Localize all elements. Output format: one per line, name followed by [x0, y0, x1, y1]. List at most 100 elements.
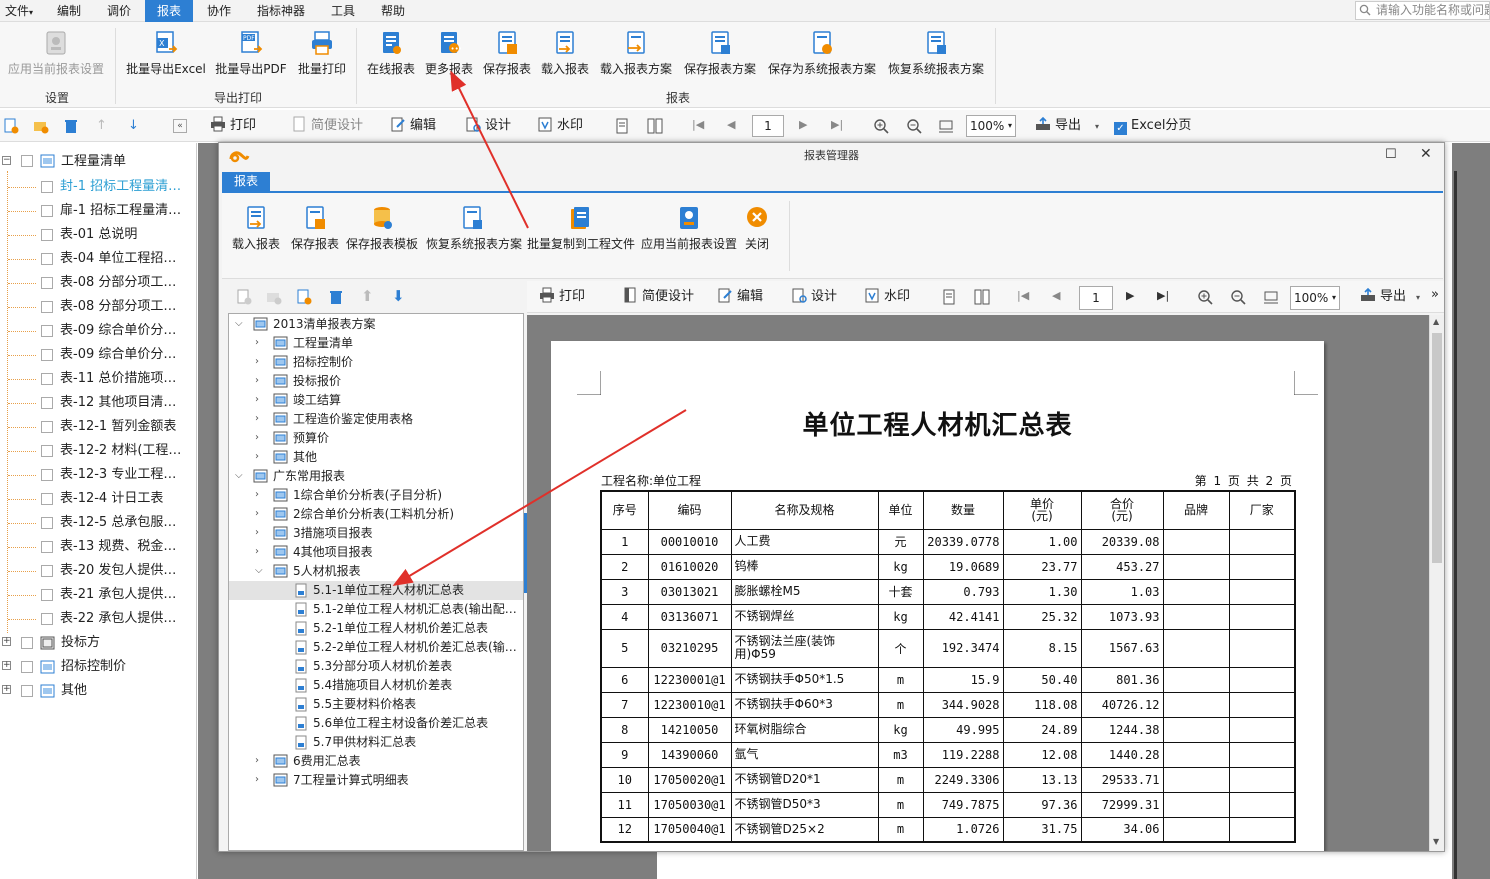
tree-checkbox[interactable]: [21, 685, 33, 697]
menu-item-edit[interactable]: 编制: [48, 0, 90, 22]
chevron-down-icon[interactable]: ⌵: [235, 471, 245, 481]
chevron-right-icon[interactable]: ›: [255, 357, 265, 367]
tree-checkbox[interactable]: [41, 517, 53, 529]
tree-item[interactable]: › 3措施项目报表: [229, 524, 523, 543]
tree-report-item[interactable]: 5.6单位工程主材设备价差汇总表: [229, 714, 523, 733]
tree-group[interactable]: ⌵ 2013清单报表方案: [229, 315, 523, 334]
tree-item[interactable]: › 投标报价: [229, 372, 523, 391]
add-folder-icon[interactable]: [266, 289, 282, 305]
new-report-icon[interactable]: [296, 289, 312, 305]
prev-page-icon[interactable]: ◀: [727, 118, 735, 131]
preview-vertical-scrollbar[interactable]: ▲ ▼: [1429, 315, 1444, 851]
tree-checkbox[interactable]: [41, 205, 53, 217]
tree-item[interactable]: › 竣工结算: [229, 391, 523, 410]
tree-item[interactable]: › 工程造价鉴定使用表格: [229, 410, 523, 429]
tree-checkbox[interactable]: [41, 469, 53, 481]
dialog-save-report-button[interactable]: 保存报表: [288, 205, 342, 265]
scroll-down-icon[interactable]: ▼: [1433, 837, 1439, 846]
dialog-save-template-button[interactable]: 保存报表模板: [346, 205, 418, 265]
next-page-icon[interactable]: ▶: [1126, 289, 1134, 302]
dialog-apply-current-button[interactable]: 应用当前报表设置: [637, 205, 741, 265]
move-down-icon[interactable]: ↓: [128, 118, 142, 134]
left-tree-item[interactable]: 封-1 招标工程量清…: [0, 176, 196, 198]
left-tree-item[interactable]: 表-12-3 专业工程…: [0, 464, 196, 486]
load-report-scheme-button[interactable]: 载入报表方案: [597, 30, 675, 90]
tree-checkbox[interactable]: [41, 565, 53, 577]
scroll-up-icon[interactable]: ▲: [1433, 317, 1439, 326]
left-tree-item[interactable]: 表-21 承包人提供…: [0, 584, 196, 606]
left-tree-item[interactable]: 表-09 综合单价分…: [0, 320, 196, 342]
left-tree-item[interactable]: 表-08 分部分项工…: [0, 272, 196, 294]
next-page-icon[interactable]: ▶: [799, 118, 807, 131]
add-folder-icon[interactable]: [33, 118, 49, 134]
tree-checkbox[interactable]: [41, 613, 53, 625]
dialog-zoom-select[interactable]: 100% ▾: [1290, 286, 1340, 310]
left-tree-item[interactable]: 表-12-1 暂列金额表: [0, 416, 196, 438]
dialog-print-button[interactable]: 打印: [539, 287, 585, 307]
tree-item[interactable]: › 6费用汇总表: [229, 752, 523, 771]
zoom-in-icon[interactable]: [1197, 289, 1213, 305]
tree-checkbox[interactable]: [41, 181, 53, 193]
tree-checkbox[interactable]: [41, 373, 53, 385]
tree-checkbox[interactable]: [41, 541, 53, 553]
chevron-right-icon[interactable]: ›: [255, 528, 265, 538]
menu-file[interactable]: 文件▾: [2, 0, 36, 22]
chevron-right-icon[interactable]: ›: [255, 376, 265, 386]
restore-system-scheme-button[interactable]: 恢复系统报表方案: [885, 30, 987, 90]
batch-print-button[interactable]: 批量打印: [296, 30, 348, 90]
load-report-button[interactable]: 载入报表: [539, 30, 591, 90]
quick-design-button[interactable]: 简便设计: [291, 116, 363, 136]
chevron-right-icon[interactable]: ›: [255, 395, 265, 405]
chevron-right-icon[interactable]: ›: [255, 775, 265, 785]
left-tree-item[interactable]: 表-04 单位工程招…: [0, 248, 196, 270]
delete-icon[interactable]: [328, 289, 344, 305]
tree-report-item[interactable]: 5.5主要材料价格表: [229, 695, 523, 714]
single-page-icon[interactable]: [614, 118, 630, 134]
tree-checkbox[interactable]: [41, 493, 53, 505]
tree-root-label[interactable]: 工程量清单: [61, 152, 126, 172]
left-tree-item[interactable]: 表-12-5 总承包服…: [0, 512, 196, 534]
chevron-right-icon[interactable]: ›: [255, 338, 265, 348]
toolbar-overflow-icon[interactable]: »: [1431, 287, 1439, 302]
chevron-right-icon[interactable]: ›: [255, 509, 265, 519]
expand-icon[interactable]: +: [2, 637, 11, 646]
edit-button[interactable]: 编辑: [390, 116, 436, 136]
expand-icon[interactable]: +: [2, 685, 11, 694]
tree-checkbox[interactable]: [41, 325, 53, 337]
tree-checkbox[interactable]: [21, 155, 33, 167]
tree-checkbox[interactable]: [41, 421, 53, 433]
export-button[interactable]: 导出 ▾: [1035, 116, 1099, 136]
dialog-watermark-button[interactable]: 水印: [864, 287, 910, 307]
tree-item[interactable]: › 2综合单价分析表(工料机分析): [229, 505, 523, 524]
tree-checkbox[interactable]: [41, 589, 53, 601]
zoom-in-icon[interactable]: [873, 118, 889, 134]
tree-checkbox[interactable]: [21, 637, 33, 649]
print-button[interactable]: 打印: [210, 116, 256, 136]
online-report-button[interactable]: 在线报表: [365, 30, 417, 90]
fit-width-icon[interactable]: [1263, 289, 1279, 305]
tree-checkbox[interactable]: [41, 445, 53, 457]
tree-item[interactable]: ⌵ 5人材机报表: [229, 562, 523, 581]
chevron-right-icon[interactable]: ›: [255, 547, 265, 557]
dialog-quick-design-button[interactable]: 简便设计: [622, 287, 694, 307]
close-icon[interactable]: ✕: [1420, 146, 1432, 162]
menu-item-adjust[interactable]: 调价: [98, 0, 140, 22]
tree-item[interactable]: › 1综合单价分析表(子目分析): [229, 486, 523, 505]
save-report-button[interactable]: 保存报表: [481, 30, 533, 90]
collapse-icon[interactable]: −: [2, 156, 11, 165]
menu-item-tools[interactable]: 工具: [322, 0, 364, 22]
tree-item[interactable]: › 工程量清单: [229, 334, 523, 353]
search-input[interactable]: 请输入功能名称或问题: [1355, 1, 1490, 20]
apply-current-settings-button[interactable]: 应用当前报表设置: [4, 30, 108, 90]
last-page-icon[interactable]: ▶|: [831, 118, 843, 131]
dialog-load-report-button[interactable]: 载入报表: [228, 205, 284, 265]
menu-item-collab[interactable]: 协作: [198, 0, 240, 22]
tree-report-item[interactable]: 5.2-2单位工程人材机价差汇总表(输…: [229, 638, 523, 657]
scroll-thumb[interactable]: [1432, 333, 1442, 563]
menu-item-help[interactable]: 帮助: [372, 0, 414, 22]
chevron-right-icon[interactable]: ›: [255, 490, 265, 500]
left-tree-group[interactable]: + 投标方: [0, 632, 196, 654]
left-tree-item[interactable]: 表-11 总价措施项…: [0, 368, 196, 390]
tree-report-item[interactable]: 5.1-1单位工程人材机汇总表: [229, 581, 523, 600]
dialog-page-number-input[interactable]: 1: [1079, 286, 1113, 310]
